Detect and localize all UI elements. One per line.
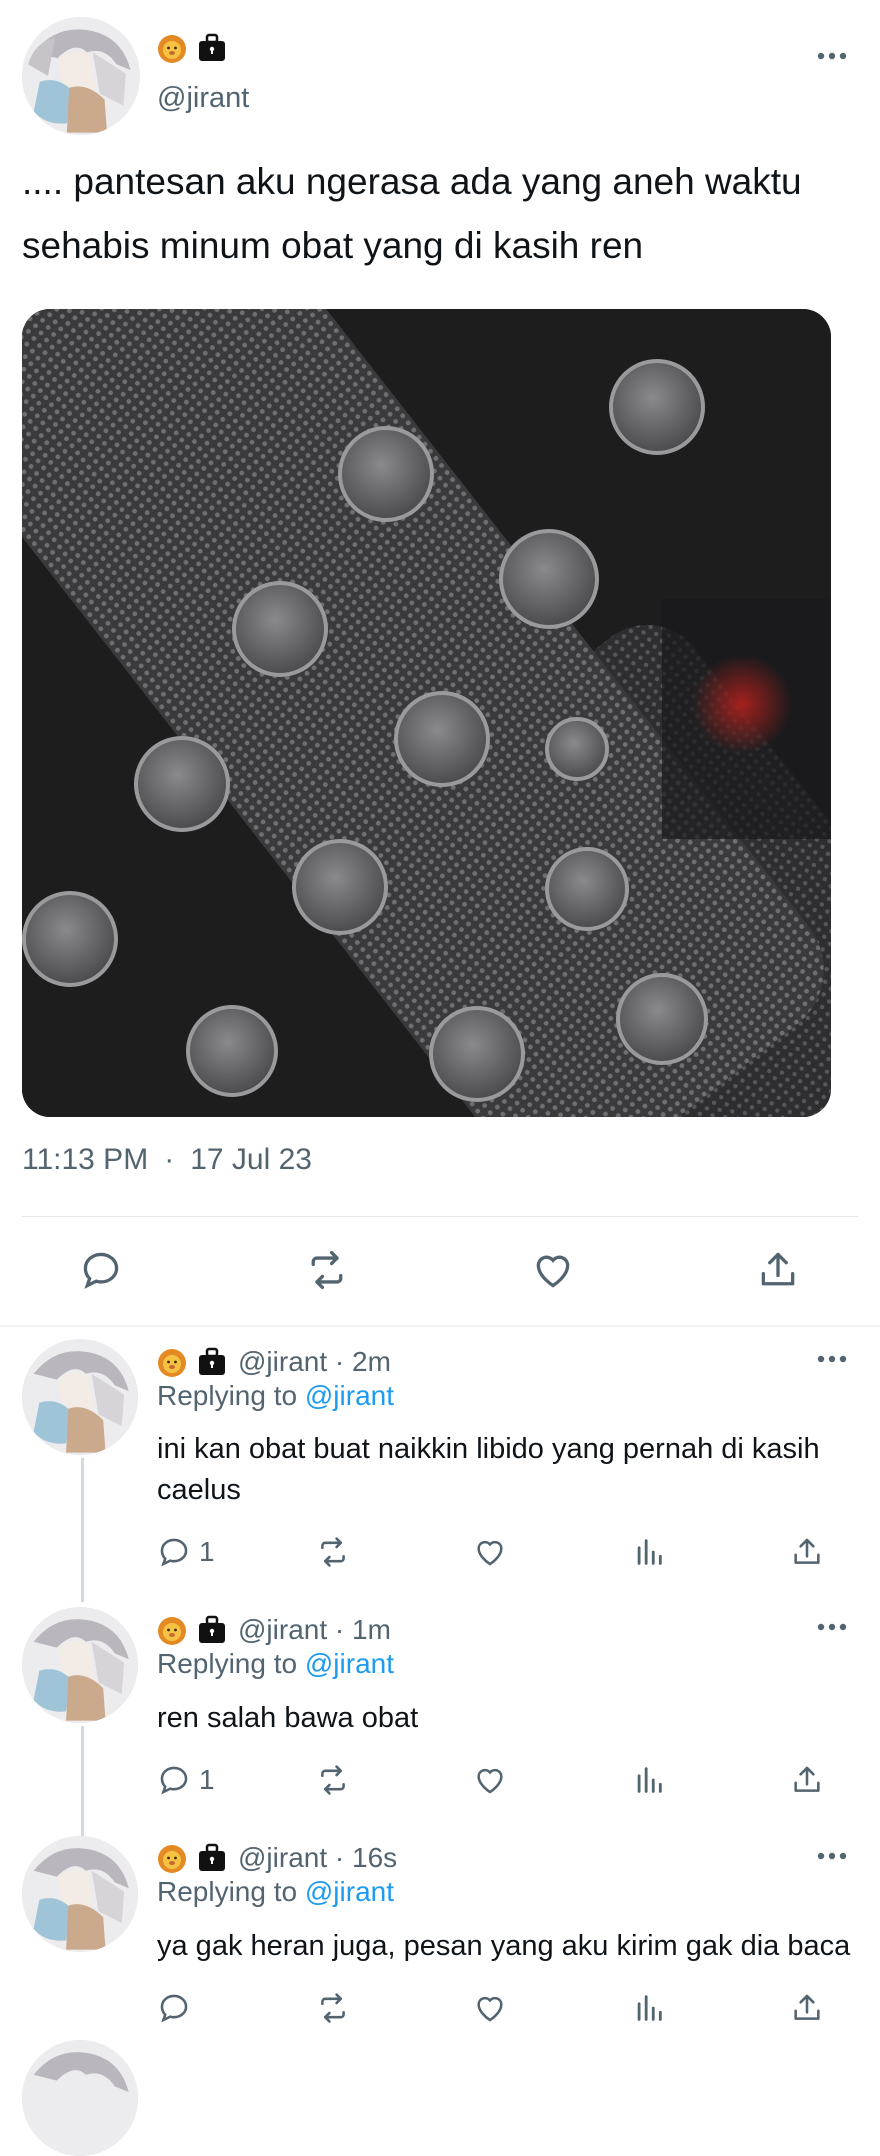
analytics-icon bbox=[637, 1995, 662, 2021]
tweet-time: 11:13 PM bbox=[22, 1143, 149, 1176]
replying-to-label: Replying to bbox=[157, 1648, 298, 1679]
retweet-button[interactable] bbox=[316, 1760, 350, 1800]
more-options-icon[interactable] bbox=[812, 1617, 852, 1637]
mention-link[interactable]: @jirant bbox=[305, 1876, 394, 1907]
comment-icon bbox=[160, 1994, 188, 2023]
retweet-icon bbox=[321, 1765, 345, 1795]
retweet-button[interactable] bbox=[302, 1245, 352, 1295]
thread-line bbox=[81, 1726, 84, 1836]
share-icon bbox=[794, 1994, 820, 2020]
share-icon bbox=[794, 1538, 820, 1564]
heart-icon bbox=[477, 1996, 503, 2022]
tweet-photo[interactable] bbox=[22, 309, 831, 1117]
thread-line bbox=[81, 1458, 84, 1602]
comment-icon bbox=[83, 1252, 119, 1289]
retweet-icon bbox=[311, 1250, 343, 1290]
mention-link[interactable]: @jirant bbox=[305, 1648, 394, 1679]
reply-age: 2m bbox=[352, 1346, 391, 1377]
analytics-icon bbox=[637, 1767, 662, 1793]
briefcase-icon bbox=[196, 1614, 228, 1646]
heart-icon bbox=[477, 1540, 503, 1566]
like-button[interactable] bbox=[528, 1245, 578, 1295]
share-button[interactable] bbox=[790, 1760, 824, 1800]
share-button[interactable] bbox=[753, 1245, 803, 1295]
reply-age: 16s bbox=[352, 1842, 398, 1873]
lion-emoji-icon bbox=[156, 32, 188, 64]
avatar[interactable] bbox=[22, 1607, 138, 1723]
reply-handle[interactable]: @jirant bbox=[238, 1346, 327, 1377]
views-button[interactable] bbox=[632, 1988, 666, 2028]
avatar[interactable] bbox=[22, 2040, 138, 2156]
replying-to-label: Replying to bbox=[157, 1876, 298, 1907]
lion-emoji-icon bbox=[156, 1842, 188, 1874]
views-button[interactable] bbox=[632, 1532, 666, 1572]
reply-text: ren salah bawa obat bbox=[157, 1702, 419, 1734]
replying-to-label: Replying to bbox=[157, 1380, 298, 1411]
reply-text: ini kan obat buat naikkin libido yang pe… bbox=[157, 1433, 820, 1506]
reply-header: @jirant · 2m bbox=[238, 1346, 391, 1378]
reply-text: ya gak heran juga, pesan yang aku kirim … bbox=[157, 1930, 851, 1962]
reply-header: @jirant · 1m bbox=[238, 1614, 391, 1646]
avatar[interactable] bbox=[22, 1836, 138, 1952]
author-handle[interactable]: @jirant bbox=[157, 82, 249, 115]
header-separator: · bbox=[334, 1614, 345, 1645]
replying-to: Replying to @jirant bbox=[157, 1648, 394, 1680]
share-button[interactable] bbox=[790, 1532, 824, 1572]
share-icon bbox=[761, 1252, 795, 1286]
reply-button[interactable]: 1 bbox=[157, 1760, 215, 1800]
reply-count: 1 bbox=[199, 1536, 215, 1567]
heart-icon bbox=[477, 1768, 503, 1794]
comment-icon bbox=[160, 1766, 188, 1795]
header-separator: · bbox=[334, 1842, 345, 1873]
replying-to: Replying to @jirant bbox=[157, 1876, 394, 1908]
reply-button[interactable] bbox=[76, 1245, 126, 1295]
replying-to: Replying to @jirant bbox=[157, 1380, 394, 1412]
avatar[interactable] bbox=[22, 1339, 138, 1455]
briefcase-icon bbox=[196, 1842, 228, 1874]
views-button[interactable] bbox=[632, 1760, 666, 1800]
more-options-icon[interactable] bbox=[812, 1846, 852, 1866]
like-button[interactable] bbox=[473, 1760, 507, 1800]
like-button[interactable] bbox=[473, 1532, 507, 1572]
tweet-timestamp[interactable]: 11:13 PM · 17 Jul 23 bbox=[22, 1143, 312, 1177]
reply-handle[interactable]: @jirant bbox=[238, 1842, 327, 1873]
reply-button[interactable] bbox=[157, 1988, 199, 2028]
more-options-icon[interactable] bbox=[812, 46, 852, 66]
retweet-icon bbox=[321, 1537, 345, 1567]
mention-link[interactable]: @jirant bbox=[305, 1380, 394, 1411]
lion-emoji-icon bbox=[156, 1346, 188, 1378]
header-separator: · bbox=[334, 1346, 345, 1377]
share-icon bbox=[794, 1766, 820, 1792]
reply-handle[interactable]: @jirant bbox=[238, 1614, 327, 1645]
retweet-button[interactable] bbox=[316, 1988, 350, 2028]
reply-header: @jirant · 16s bbox=[238, 1842, 397, 1874]
comment-icon bbox=[160, 1538, 188, 1567]
share-button[interactable] bbox=[790, 1988, 824, 2028]
reply-age: 1m bbox=[352, 1614, 391, 1645]
divider bbox=[22, 1216, 858, 1217]
like-button[interactable] bbox=[473, 1988, 507, 2028]
briefcase-icon bbox=[196, 1346, 228, 1378]
briefcase-icon bbox=[196, 32, 228, 64]
heart-icon bbox=[536, 1255, 570, 1288]
retweet-button[interactable] bbox=[316, 1532, 350, 1572]
reply-count: 1 bbox=[199, 1764, 215, 1795]
lion-emoji-icon bbox=[156, 1614, 188, 1646]
retweet-icon bbox=[321, 1993, 345, 2023]
divider bbox=[0, 1325, 880, 1327]
more-options-icon[interactable] bbox=[812, 1349, 852, 1369]
avatar[interactable] bbox=[22, 17, 140, 135]
meta-separator: · bbox=[164, 1143, 175, 1176]
reply-button[interactable]: 1 bbox=[157, 1532, 215, 1572]
analytics-icon bbox=[637, 1539, 662, 1565]
tweet-date: 17 Jul 23 bbox=[190, 1143, 312, 1176]
tweet-text: .... pantesan aku ngerasa ada yang aneh … bbox=[22, 161, 802, 266]
